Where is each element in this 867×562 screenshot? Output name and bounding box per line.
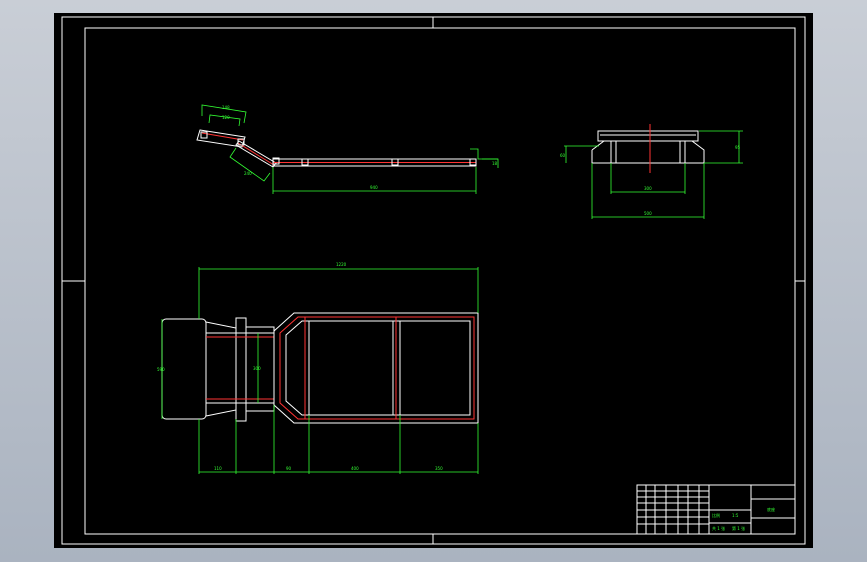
outer-sheet-border [61,16,806,545]
drawing-svg[interactable]: 148 120 240 940 18 60 95 300 500 1220 59… [54,13,813,548]
dim-angled: 240 [244,171,252,176]
dim-endview-inner-text: 300 [644,186,652,191]
dim-length: 940 [370,185,378,190]
dim-plan-seg3: 400 [351,466,359,471]
plan-bay-2 [399,320,471,416]
title-block[interactable]: 底座 比例 1:5 共 1 张 第 1 张 [636,484,796,535]
dim-plan-seg2: 90 [286,466,292,471]
dim-endview-left: 60 [560,153,566,158]
title-block-scale-label: 比例 [712,512,720,518]
end-view[interactable]: 60 95 300 500 [560,124,743,219]
plan-view[interactable]: 1220 590 300 110 90 400 350 [157,262,479,474]
title-block-scale-value: 1:5 [732,513,739,518]
end-view-body [591,140,705,164]
dim-plan-mid-text: 300 [253,366,261,371]
title-block-title: 底座 [767,506,775,512]
dim-plan-left-text: 590 [157,367,165,372]
end-view-top-slab [597,130,699,142]
side-view-head-inner [201,132,244,141]
dim-endview-outer-text: 500 [644,211,652,216]
plan-head-block [205,321,237,417]
side-view-incline-inner [237,142,275,166]
inner-sheet-border [84,27,796,535]
plan-bay-1 [308,320,394,416]
drawing-canvas[interactable]: 148 120 240 940 18 60 95 300 500 1220 59… [54,13,813,548]
dim-top-short: 148 [222,105,230,110]
title-block-page: 第 1 张 [732,525,745,531]
workspace-background: 148 120 240 940 18 60 95 300 500 1220 59… [0,0,867,562]
plan-frame-inner [285,320,471,416]
title-block-sheet: 共 1 张 [712,525,725,531]
side-view[interactable]: 148 120 240 940 18 [196,104,499,194]
dim-top-long: 120 [222,115,230,120]
dim-height: 18 [492,161,498,166]
dim-plan-seg4: 350 [435,466,443,471]
plan-head-pad [161,318,207,420]
dim-endview-right: 95 [735,145,741,150]
dim-plan-overall-text: 1220 [336,262,347,267]
dim-plan-seg1: 110 [214,466,222,471]
